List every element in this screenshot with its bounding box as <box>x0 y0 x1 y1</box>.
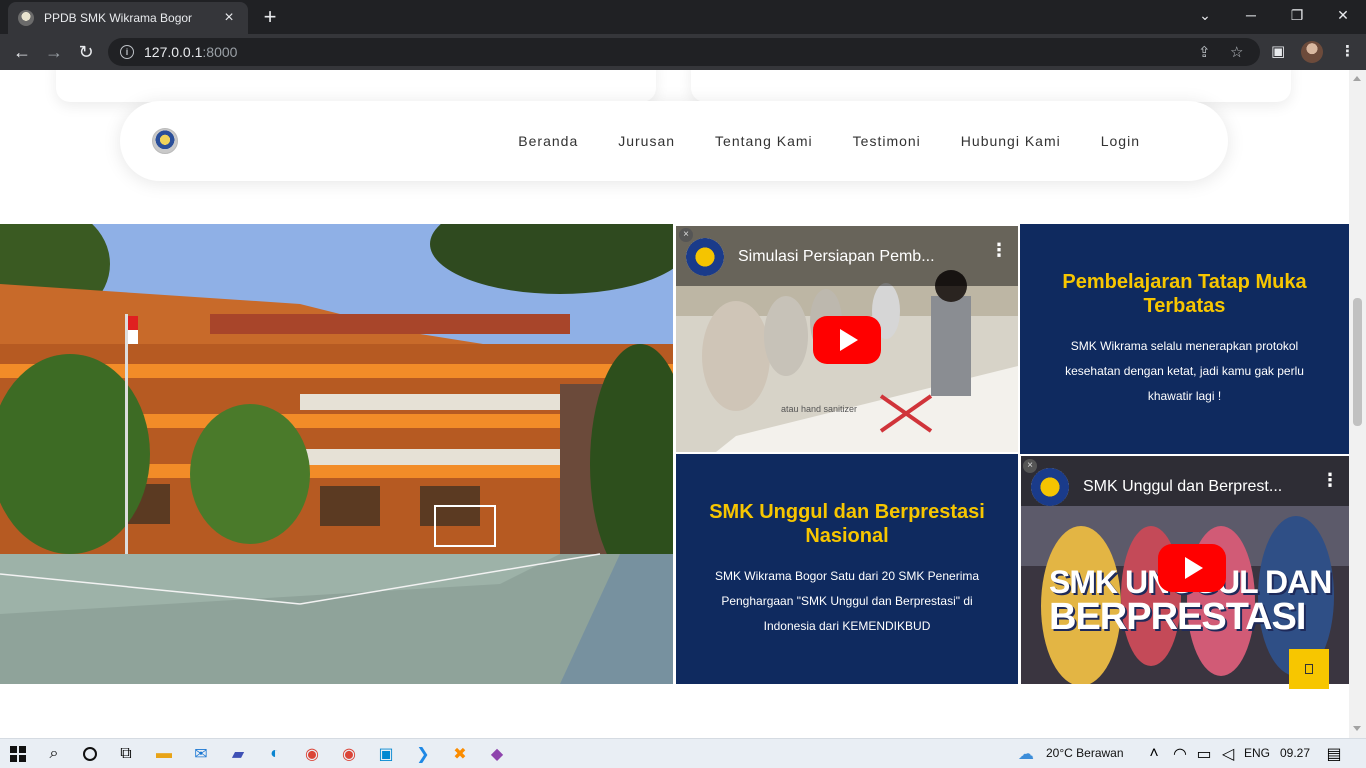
page-viewport: Beranda Jurusan Tentang Kami Testimoni H… <box>0 70 1366 738</box>
panel-smk-unggul: SMK Unggul dan Berprestasi Nasional SMK … <box>676 454 1018 684</box>
video-title[interactable]: Simulasi Persiapan Pemb... <box>738 248 935 266</box>
nav-link-jurusan[interactable]: Jurusan <box>618 133 675 149</box>
weather-text[interactable]: 20°C Berawan <box>1046 746 1124 760</box>
nav-link-beranda[interactable]: Beranda <box>518 133 578 149</box>
profile-avatar[interactable] <box>1301 41 1323 63</box>
url-port: :8000 <box>202 44 238 60</box>
site-navbar: Beranda Jurusan Tentang Kami Testimoni H… <box>120 101 1228 181</box>
xampp-icon[interactable]: ✖ <box>450 744 470 764</box>
task-view-icon[interactable]: ⧉ <box>116 744 136 764</box>
share-icon[interactable]: ⇪ <box>1198 43 1211 61</box>
site-favicon-icon <box>18 10 34 26</box>
site-info-icon[interactable]: i <box>120 45 134 59</box>
play-button-icon[interactable] <box>1158 544 1226 592</box>
language-indicator[interactable]: ENG <box>1244 746 1270 760</box>
school-building-illustration <box>0 224 673 684</box>
search-icon[interactable]: ⌕ <box>44 744 64 764</box>
volume-icon[interactable]: ◁ <box>1218 744 1238 764</box>
active-tab[interactable]: PPDB SMK Wikrama Bogor × <box>8 2 248 34</box>
close-window-button[interactable]: ✕ <box>1320 0 1366 30</box>
school-building-photo <box>0 224 673 684</box>
video-more-icon[interactable]: ⋮ <box>1321 471 1339 489</box>
wifi-icon[interactable]: ◠ <box>1170 744 1190 764</box>
browser-tab-bar: PPDB SMK Wikrama Bogor × + ⌄ ─ ❐ ✕ <box>0 0 1366 34</box>
scroll-up-icon[interactable] <box>1353 76 1361 81</box>
back-to-top-button[interactable] <box>1289 649 1329 689</box>
notifications-icon[interactable]: ▤ <box>1324 744 1344 764</box>
tab-title: PPDB SMK Wikrama Bogor <box>44 11 193 25</box>
panel-title: Pembelajaran Tatap Muka Terbatas <box>1062 270 1307 317</box>
info-card-left <box>56 70 656 102</box>
reload-button[interactable]: ↻ <box>74 40 98 64</box>
nav-link-testimoni[interactable]: Testimoni <box>853 133 921 149</box>
windows-start-icon[interactable] <box>8 744 28 764</box>
windows-taskbar: ⌕ ⧉ ▬ ✉ ▰ ◐ ◉ ◉ ▣ ❯ ✖ ◆ ☁ 20°C Berawan ˄… <box>0 738 1366 768</box>
video-caption: atau hand sanitizer <box>781 404 858 414</box>
nav-link-hubungi-kami[interactable]: Hubungi Kami <box>961 133 1061 149</box>
play-button-icon[interactable] <box>813 316 881 364</box>
battery-icon[interactable]: ▭ <box>1194 744 1214 764</box>
chrome-alt-icon[interactable]: ◉ <box>339 744 359 764</box>
channel-logo-icon[interactable] <box>1031 468 1069 506</box>
tray-chevron-icon[interactable]: ˄ <box>1144 744 1164 764</box>
photos-icon[interactable]: ▣ <box>376 744 396 764</box>
channel-logo-icon[interactable] <box>686 238 724 276</box>
arrow-up-icon <box>1305 664 1313 674</box>
panel-text: SMK Wikrama Bogor Satu dari 20 SMK Pener… <box>714 568 980 633</box>
restore-button[interactable]: ❐ <box>1274 0 1320 30</box>
bookmark-star-icon[interactable]: ☆ <box>1230 43 1243 61</box>
url-host: 127.0.0.1 <box>144 44 203 60</box>
mail-icon[interactable]: ✉ <box>191 744 211 764</box>
clock[interactable]: 09.27 <box>1280 746 1310 760</box>
edge-icon[interactable]: ◐ <box>265 744 285 764</box>
tab-search-icon[interactable]: ⌄ <box>1182 0 1228 30</box>
side-panel-icon[interactable]: ▣ <box>1271 42 1285 60</box>
figma-icon[interactable]: ◆ <box>487 744 507 764</box>
nav-link-login[interactable]: Login <box>1101 133 1140 149</box>
nav-links: Beranda Jurusan Tentang Kami Testimoni H… <box>478 101 1140 181</box>
app-icon[interactable]: ▰ <box>228 744 248 764</box>
tab-close-icon[interactable]: × <box>220 9 238 27</box>
file-explorer-icon[interactable]: ▬ <box>154 744 174 764</box>
back-button[interactable]: ← <box>10 40 34 64</box>
weather-cloud-icon[interactable]: ☁ <box>1016 744 1036 764</box>
chrome-icon[interactable]: ◉ <box>302 744 322 764</box>
browser-menu-icon[interactable]: ⋮ <box>1340 42 1355 60</box>
cortana-icon[interactable] <box>80 744 100 764</box>
info-card-right <box>691 70 1291 102</box>
scrollbar-thumb[interactable] <box>1353 298 1362 426</box>
nav-link-tentang-kami[interactable]: Tentang Kami <box>715 133 813 149</box>
browser-toolbar: ← → ↻ i 127.0.0.1:8000 ⇪ ☆ ▣ ⋮ <box>0 34 1366 70</box>
vscode-icon[interactable]: ❯ <box>413 744 433 764</box>
video-close-icon[interactable]: × <box>1023 459 1037 473</box>
page-scrollbar[interactable] <box>1349 70 1366 738</box>
panel-title: SMK Unggul dan Berprestasi Nasional <box>709 500 985 547</box>
school-logo[interactable] <box>152 128 178 154</box>
new-tab-button[interactable]: + <box>258 6 282 30</box>
video-close-icon[interactable]: × <box>679 228 693 242</box>
scroll-down-icon[interactable] <box>1353 726 1361 731</box>
video-more-icon[interactable]: ⋮ <box>990 241 1008 259</box>
video-embed-simulasi[interactable]: Simulasi Persiapan Pemb... ⋮ atau hand s… <box>676 226 1018 452</box>
panel-protokol-kesehatan: Pembelajaran Tatap Muka Terbatas SMK Wik… <box>1020 224 1349 454</box>
video-title[interactable]: SMK Unggul dan Berprest... <box>1083 478 1282 496</box>
panel-text: SMK Wikrama selalu menerapkan protokol k… <box>1065 338 1304 403</box>
video-overlay-line2: BERPRESTASI <box>1049 596 1306 638</box>
forward-button[interactable]: → <box>42 40 66 64</box>
address-bar[interactable]: i 127.0.0.1:8000 ⇪ ☆ <box>108 38 1260 66</box>
minimize-button[interactable]: ─ <box>1228 0 1274 30</box>
